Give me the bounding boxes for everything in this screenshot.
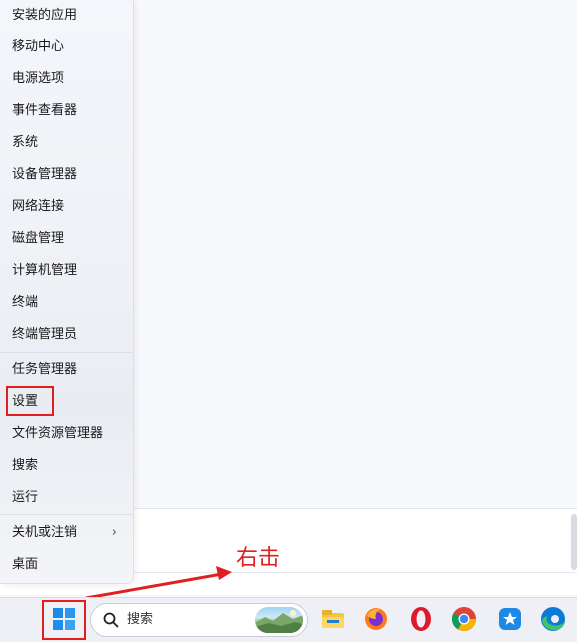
search-highlight-image [255,607,303,633]
search-label: 搜索 [127,612,154,627]
annotation-right-click-label: 右击 [236,546,281,571]
search-icon [103,612,119,628]
chrome-icon[interactable] [450,605,478,633]
taskbar-search-box[interactable]: 搜索 [90,603,308,637]
start-button-highlight [42,600,86,640]
file-explorer-icon[interactable] [319,605,347,633]
annotation-arrow [85,566,232,600]
opera-icon[interactable] [407,605,435,633]
edge-icon[interactable] [539,605,567,633]
pinned-app-icon[interactable] [496,605,524,633]
firefox-icon[interactable] [362,605,390,633]
